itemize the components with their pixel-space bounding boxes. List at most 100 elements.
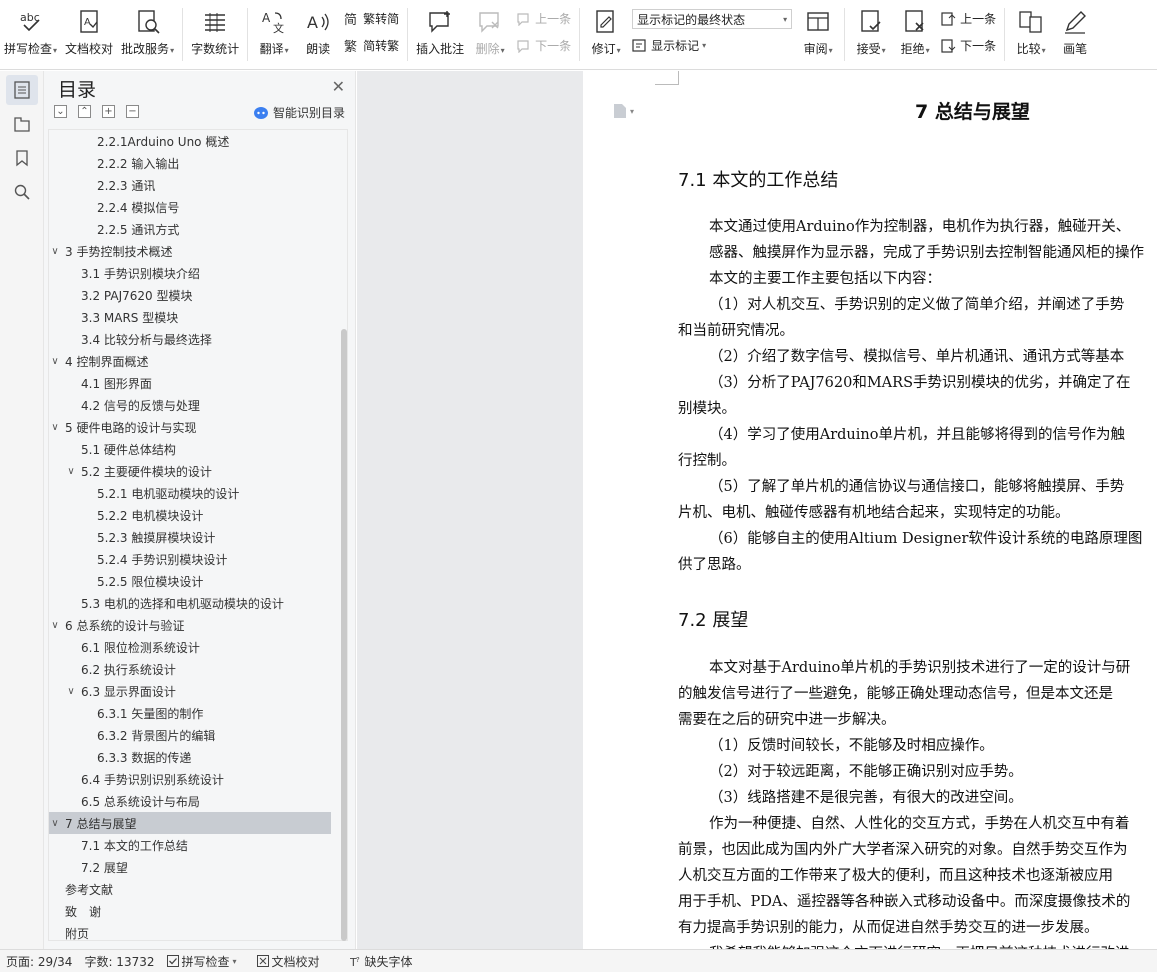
- insert-comment-label: 插入批注: [416, 42, 465, 56]
- toc-item[interactable]: 3.4 比较分析与最终选择: [49, 328, 331, 350]
- toc-item[interactable]: ∨ 6.3 显示界面设计: [49, 680, 331, 702]
- toc-item[interactable]: 2.2.2 输入输出: [49, 152, 331, 174]
- translate-button[interactable]: A文 翻译▾: [252, 0, 296, 69]
- expand-down-icon[interactable]: ⌄: [54, 105, 67, 118]
- toc-item[interactable]: 2.2.5 通讯方式: [49, 218, 331, 240]
- toc-item[interactable]: 6.2 执行系统设计: [49, 658, 331, 680]
- word-count-indicator[interactable]: 字数: 13732: [78, 953, 160, 970]
- batch-service-button[interactable]: 批改服务▾: [117, 0, 178, 69]
- toc-item[interactable]: 3.1 手势识别模块介绍: [49, 262, 331, 284]
- paragraph-line: 需要在之后的研究中进一步解决。: [678, 712, 896, 728]
- toc-item-label: 6.3.2 背景图片的编辑: [97, 728, 216, 743]
- simp-to-trad-button[interactable]: 繁 简转繁: [344, 37, 399, 54]
- toc-item[interactable]: ∨ 3 手势控制技术概述: [49, 240, 331, 262]
- trad-to-simp-button[interactable]: 简 繁转简: [344, 10, 399, 27]
- chevron-down-icon[interactable]: ∨: [65, 466, 77, 477]
- chevron-down-icon[interactable]: ∨: [65, 686, 77, 697]
- read-aloud-button[interactable]: A 朗读: [296, 0, 340, 69]
- toc-item[interactable]: 6.1 限位检测系统设计: [49, 636, 331, 658]
- toc-item[interactable]: 6.3.2 背景图片的编辑: [49, 724, 331, 746]
- toc-item[interactable]: ∨ 6 总系统的设计与验证: [49, 614, 331, 636]
- paragraph-line: 本文通过使用Arduino作为控制器，电机作为执行器，触碰开关、: [709, 219, 1131, 235]
- toc-item[interactable]: 6.3.1 矢量图的制作: [49, 702, 331, 724]
- toc-item[interactable]: 6.3.3 数据的传递: [49, 746, 331, 768]
- reject-button[interactable]: 拒绝▾: [893, 0, 937, 69]
- paragraph-line: 人机交互方面的工作带来了极大的便利，而且这种技术也逐渐被应用: [678, 868, 1113, 884]
- paragraph-line: （2）对于较远距离，不能够正确识别对应手势。: [709, 764, 1023, 780]
- markup-mode-dropdown[interactable]: 显示标记的最终状态 ▾: [632, 9, 793, 29]
- toc-item[interactable]: 6.5 总系统设计与布局: [49, 790, 331, 812]
- toc-item[interactable]: 2.2.4 模拟信号: [49, 196, 331, 218]
- page-indicator[interactable]: 页面: 29/34: [0, 953, 78, 970]
- prev-comment-button[interactable]: 上一条: [516, 10, 571, 27]
- ink-button[interactable]: 画笔: [1053, 0, 1097, 69]
- search-button[interactable]: [6, 177, 38, 207]
- insert-comment-button[interactable]: 插入批注: [412, 0, 468, 69]
- toc-scrollbar[interactable]: [341, 329, 347, 941]
- toc-item[interactable]: 5.2.4 手势识别模块设计: [49, 548, 331, 570]
- bookmark-button[interactable]: [6, 143, 38, 173]
- word-count-button[interactable]: 字数统计: [187, 0, 243, 69]
- toc-icon: [13, 81, 30, 99]
- toc-item[interactable]: 参考文献: [49, 878, 331, 900]
- toc-item-label: 6.4 手势识别识别系统设计: [81, 772, 224, 787]
- toc-item[interactable]: ∨ 7 总结与展望: [49, 812, 331, 834]
- toc-item[interactable]: 7.2 展望: [49, 856, 331, 878]
- prev-change-button[interactable]: 上一条: [941, 10, 996, 27]
- toc-item[interactable]: 3.2 PAJ7620 型模块: [49, 284, 331, 306]
- show-markup-button[interactable]: 显示标记 ▾: [632, 37, 792, 54]
- toc-item[interactable]: 5.1 硬件总体结构: [49, 438, 331, 460]
- smart-toc-button[interactable]: 智能识别目录: [253, 104, 345, 121]
- bookmark-icon: [15, 150, 28, 167]
- status-doc-proof[interactable]: 文档校对: [251, 953, 326, 970]
- show-markup-icon: [632, 38, 646, 52]
- status-spell-check[interactable]: 拼写检查 ▾: [161, 953, 243, 970]
- spell-check-button[interactable]: abc 拼写检查▾: [0, 0, 61, 69]
- toc-item[interactable]: 5.2.1 电机驱动模块的设计: [49, 482, 331, 504]
- toc-item[interactable]: 2.2.3 通讯: [49, 174, 331, 196]
- toc-item[interactable]: 3.3 MARS 型模块: [49, 306, 331, 328]
- delete-comment-button[interactable]: 删除▾: [468, 0, 512, 69]
- accept-button[interactable]: 接受▾: [849, 0, 893, 69]
- add-icon[interactable]: +: [102, 105, 115, 118]
- toc-item-label: 附页: [65, 926, 90, 941]
- compare-button[interactable]: 比较▾: [1009, 0, 1053, 69]
- remove-icon[interactable]: −: [126, 105, 139, 118]
- paragraph-line: （4）学习了使用Arduino单片机，并且能够将得到的信号作为触: [709, 427, 1125, 443]
- toc-item[interactable]: 4.1 图形界面: [49, 372, 331, 394]
- toc-item[interactable]: 致 谢: [49, 900, 331, 922]
- status-missing-font[interactable]: T? 缺失字体: [344, 953, 419, 970]
- toc-item[interactable]: ∨ 4 控制界面概述: [49, 350, 331, 372]
- doc-menu-button[interactable]: ▾: [613, 103, 634, 119]
- chevron-down-icon[interactable]: ∨: [49, 356, 61, 367]
- toc-item[interactable]: 4.2 信号的反馈与处理: [49, 394, 331, 416]
- toc-item[interactable]: 6.4 手势识别识别系统设计: [49, 768, 331, 790]
- close-icon[interactable]: ✕: [332, 77, 345, 96]
- toc-item-label: 5.3 电机的选择和电机驱动模块的设计: [81, 596, 284, 611]
- doc-proof-button[interactable]: A 文档校对: [61, 0, 117, 69]
- toc-pane-button[interactable]: [5, 75, 38, 105]
- toc-item[interactable]: ∨ 5 硬件电路的设计与实现: [49, 416, 331, 438]
- chevron-down-icon[interactable]: ∨: [49, 422, 61, 433]
- toc-item[interactable]: 5.2.3 触摸屏模块设计: [49, 526, 331, 548]
- toc-item[interactable]: 5.2.5 限位模块设计: [49, 570, 331, 592]
- toc-item[interactable]: 5.2.2 电机模块设计: [49, 504, 331, 526]
- review-button[interactable]: 审阅▾: [796, 0, 840, 69]
- chevron-down-icon[interactable]: ∨: [49, 818, 61, 829]
- document-page[interactable]: ▾ 7 总结与展望 7.1 本文的工作总结 7.2 展望 本文通过使用Ardui…: [583, 71, 1157, 949]
- toc-item-label: 3.1 手势识别模块介绍: [81, 266, 200, 281]
- revise-button[interactable]: 修订▾: [584, 0, 628, 69]
- chevron-down-icon[interactable]: ∨: [49, 246, 61, 257]
- collapse-up-icon[interactable]: ⌃: [78, 105, 91, 118]
- next-change-button[interactable]: 下一条: [941, 37, 996, 54]
- toc-item[interactable]: ∨ 5.2 主要硬件模块的设计: [49, 460, 331, 482]
- show-markup-label: 显示标记: [651, 39, 700, 53]
- chevron-down-icon[interactable]: ∨: [49, 620, 61, 631]
- toc-item[interactable]: 5.3 电机的选择和电机驱动模块的设计: [49, 592, 331, 614]
- toc-item[interactable]: 2.2.1Arduino Uno 概述: [49, 130, 331, 152]
- next-comment-button[interactable]: 下一条: [516, 37, 571, 54]
- toc-item[interactable]: 7.1 本文的工作总结: [49, 834, 331, 856]
- chapter-nav-button[interactable]: [6, 109, 38, 139]
- toc-item[interactable]: 附页: [49, 922, 331, 941]
- paragraph-line: 本文对基于Arduino单片机的手势识别技术进行了一定的设计与研: [709, 660, 1131, 676]
